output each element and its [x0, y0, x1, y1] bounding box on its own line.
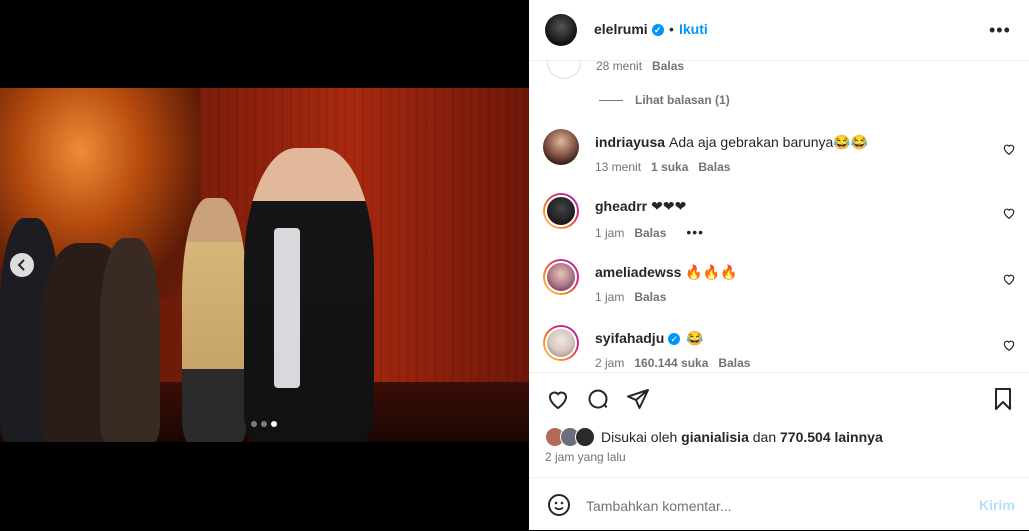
send-button[interactable]: Kirim [979, 497, 1015, 513]
comment-options-icon[interactable]: ••• [686, 224, 704, 240]
comment-likes[interactable]: 160.144 suka [634, 356, 708, 370]
heart-icon[interactable] [1002, 206, 1016, 220]
share-icon[interactable] [626, 387, 650, 411]
photo-figure-man [244, 148, 374, 442]
comment-username[interactable]: gheadrr [595, 198, 647, 214]
likers-avatars[interactable] [545, 427, 595, 447]
comment-body: ❤❤❤ [651, 198, 687, 214]
comment-text: syifahadju ✓ 😂 [595, 330, 704, 347]
reply-button[interactable]: Balas [718, 356, 750, 370]
comment-time: 13 menit [595, 160, 642, 174]
comment-input[interactable] [584, 494, 968, 518]
carousel-dot [271, 421, 277, 427]
comment-body: 😂 [686, 330, 704, 346]
chevron-left-icon [17, 259, 25, 271]
comment-item: syifahadju ✓ 😂 2 jam 160.144 suka Balas [529, 325, 1029, 371]
comment-body: Ada aja gebrakan barunya😂😂 [669, 134, 869, 150]
comment-text: gheadrr ❤❤❤ [595, 198, 686, 215]
reply-button[interactable]: Balas [634, 290, 666, 304]
photo-figure-man-shirt [274, 228, 300, 388]
comment-time: 1 jam [595, 290, 625, 304]
avatar-image [545, 195, 577, 227]
comment-time: 28 menit [596, 61, 643, 73]
bookmark-icon[interactable] [991, 387, 1015, 411]
comment-username[interactable]: syifahadju [595, 330, 664, 346]
comment-text: indriayusa Ada aja gebrakan barunya😂😂 [595, 134, 868, 151]
avatar-image [545, 327, 577, 359]
author-avatar[interactable] [545, 14, 577, 46]
comment-item: ameliadewss 🔥🔥🔥 1 jam Balas [529, 259, 1029, 319]
heart-icon[interactable] [1002, 142, 1016, 156]
reply-button[interactable]: Balas [698, 160, 730, 174]
carousel-prev-button[interactable] [10, 253, 34, 277]
comment-icon[interactable] [586, 387, 610, 411]
view-replies-label: Lihat balasan (1) [635, 93, 730, 107]
comment-item: indriayusa Ada aja gebrakan barunya😂😂 13 … [529, 129, 1029, 189]
emoji-icon[interactable] [547, 493, 571, 517]
comment-time: 1 jam [595, 226, 625, 240]
heart-icon[interactable] [1002, 272, 1016, 286]
comment-avatar[interactable] [543, 325, 579, 361]
comment-meta: 2 jam 160.144 suka Balas [595, 356, 750, 370]
comment-meta: 1 jam Balas ••• [595, 224, 704, 240]
comment-avatar[interactable] [547, 61, 581, 79]
comment-meta: 1 jam Balas [595, 290, 666, 304]
avatar-image [545, 261, 577, 293]
comment-avatar[interactable] [543, 193, 579, 229]
likes-count[interactable]: 770.504 lainnya [780, 429, 883, 445]
carousel-dot [251, 421, 257, 427]
carousel-dot [261, 421, 267, 427]
comment-item: gheadrr ❤❤❤ 1 jam Balas ••• [529, 193, 1029, 253]
more-icon[interactable]: ••• [989, 20, 1011, 41]
comment-avatar[interactable] [543, 259, 579, 295]
likes-summary: Disukai oleh gianialisia dan 770.504 lai… [545, 427, 883, 447]
likes-middle: dan [752, 429, 777, 445]
comment-likes[interactable]: 1 suka [651, 160, 688, 174]
heart-icon[interactable] [1002, 338, 1016, 352]
post-media-pane [0, 0, 529, 530]
view-replies-button[interactable]: Lihat balasan (1) [599, 93, 730, 107]
comment-composer: Kirim [529, 477, 1029, 531]
comment-meta: 28 menit Balas [596, 61, 684, 73]
comment-username[interactable]: ameliadewss [595, 264, 681, 280]
reply-button[interactable]: Balas [634, 226, 666, 240]
header-separator: • [669, 21, 674, 37]
comments-list[interactable]: 28 menit Balas Lihat balasan (1) indriayu… [529, 61, 1029, 371]
comment-body: 🔥🔥🔥 [685, 264, 738, 280]
likes-user[interactable]: gianialisia [681, 429, 749, 445]
post-actions [529, 372, 1029, 421]
view-replies-line [599, 99, 623, 101]
like-heart-icon[interactable] [546, 387, 570, 411]
verified-icon: ✓ [651, 24, 664, 37]
comment-text: ameliadewss 🔥🔥🔥 [595, 264, 738, 281]
follow-button[interactable]: Ikuti [679, 21, 708, 37]
carousel-indicator [251, 421, 277, 427]
author-username-text[interactable]: elelrumi [594, 21, 648, 37]
comment-username[interactable]: indriayusa [595, 134, 665, 150]
verified-icon: ✓ [668, 333, 681, 346]
comment-time: 2 jam [595, 356, 625, 370]
likes-prefix: Disukai oleh [601, 429, 678, 445]
comment-meta: 13 menit 1 suka Balas [595, 160, 730, 174]
comment-avatar[interactable] [543, 129, 579, 165]
post-sidebar: elelrumi ✓ • Ikuti ••• 28 menit Balas Liha… [529, 0, 1029, 530]
reply-button[interactable]: Balas [652, 61, 684, 73]
post-photo[interactable] [0, 88, 529, 442]
author-username[interactable]: elelrumi ✓ [594, 21, 664, 37]
post-timestamp[interactable]: 2 jam yang lalu [545, 450, 626, 464]
photo-figure-crowd-back [100, 238, 160, 442]
photo-figure-woman [182, 198, 247, 442]
post-header: elelrumi ✓ • Ikuti ••• [529, 0, 1029, 61]
liker-avatar [575, 427, 595, 447]
